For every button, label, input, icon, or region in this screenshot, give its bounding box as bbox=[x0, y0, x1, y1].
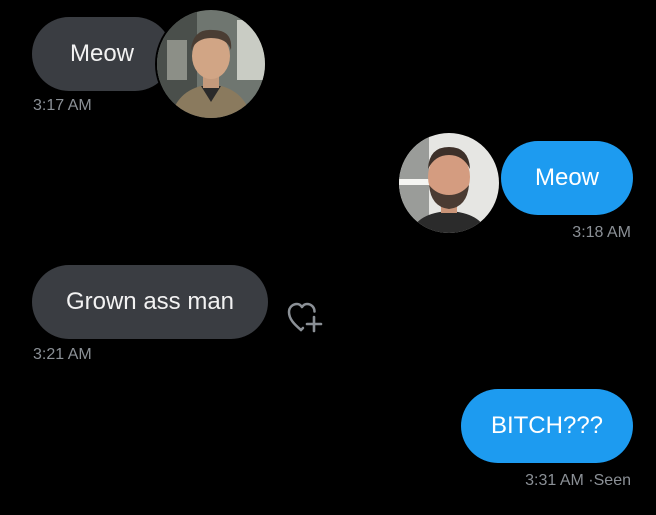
message-text: Meow bbox=[534, 164, 600, 191]
message-timestamp: 3:21 AM bbox=[33, 346, 92, 363]
message-meta: 3:31 AM ·Seen bbox=[525, 472, 631, 490]
message-bubble-received[interactable]: Meow bbox=[32, 17, 172, 91]
message-bubble-received[interactable]: Grown ass man bbox=[32, 265, 268, 339]
heart-plus-icon bbox=[287, 302, 323, 333]
message-text: Grown ass man bbox=[65, 288, 235, 315]
add-reaction-button[interactable] bbox=[286, 301, 324, 335]
message-timestamp: 3:17 AM bbox=[33, 97, 92, 114]
message-bubble-sent[interactable]: BITCH??? bbox=[461, 389, 633, 463]
man-in-jacket-avatar-icon bbox=[157, 10, 265, 118]
message-text: BITCH??? bbox=[490, 412, 604, 439]
message-text: Meow bbox=[69, 40, 135, 67]
bearded-man-avatar-icon bbox=[399, 133, 499, 233]
read-receipt-status: Seen bbox=[593, 472, 631, 489]
message-timestamp: 3:31 AM bbox=[525, 472, 584, 489]
contact-avatar[interactable] bbox=[155, 8, 267, 120]
message-timestamp: 3:18 AM bbox=[572, 224, 631, 241]
contact-avatar[interactable] bbox=[397, 131, 501, 235]
message-bubble-sent[interactable]: Meow bbox=[501, 141, 633, 215]
